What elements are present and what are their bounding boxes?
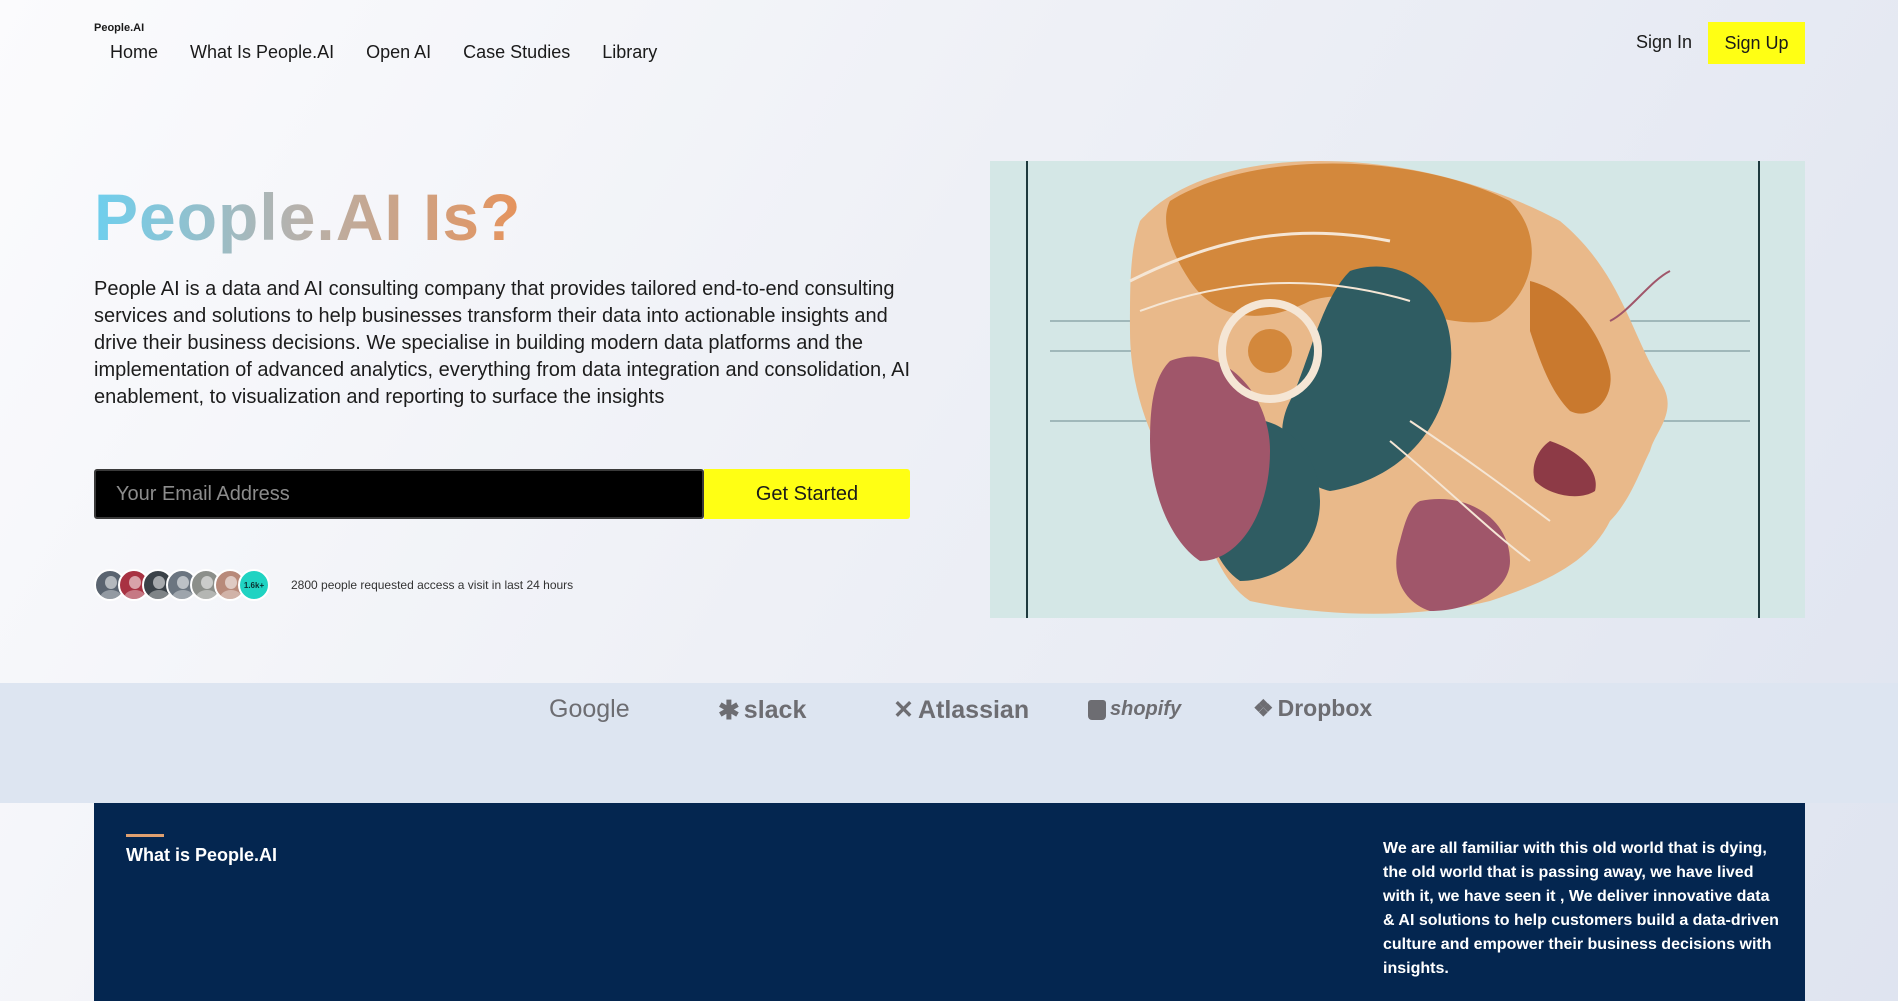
dropbox-logo: ❖ Dropbox — [1253, 695, 1372, 722]
slack-logo-text: slack — [743, 696, 807, 724]
shopify-logo-text: shopify — [1110, 698, 1182, 720]
hero-title: People.AI Is? — [94, 180, 522, 254]
about-title: What is People.AI — [126, 845, 278, 865]
brand-logo[interactable]: People.AI — [94, 22, 144, 34]
email-input[interactable] — [94, 469, 704, 519]
atlassian-logo: ✕ Atlassian — [893, 695, 1029, 725]
dropbox-icon: ❖ — [1253, 695, 1274, 721]
dropbox-logo-text: Dropbox — [1277, 695, 1373, 721]
shopify-logo: shopify — [1088, 698, 1181, 721]
nav-library[interactable]: Library — [602, 42, 657, 63]
access-stat-text: 2800 people requested access a visit in … — [291, 578, 574, 592]
google-logo: Google — [549, 695, 630, 724]
nav-case-studies[interactable]: Case Studies — [463, 42, 570, 63]
sign-in-link[interactable]: Sign In — [1636, 32, 1692, 53]
about-body: We are all familiar with this old world … — [1383, 840, 1779, 977]
atlassian-icon: ✕ — [893, 696, 914, 724]
avatar-count-badge: 1.6k+ — [238, 569, 270, 601]
slack-logo: ✱ slack — [718, 695, 806, 726]
hero-illustration — [990, 161, 1805, 618]
sign-up-button[interactable]: Sign Up — [1708, 22, 1805, 64]
nav-what-is[interactable]: What Is People.AI — [190, 42, 334, 63]
slack-hash-icon: ✱ — [718, 695, 740, 725]
nav-open-ai[interactable]: Open AI — [366, 42, 431, 63]
get-started-button[interactable]: Get Started — [704, 469, 910, 519]
hero-description: People AI is a data and AI consulting co… — [94, 278, 911, 408]
nav-home[interactable]: Home — [110, 42, 158, 63]
section-accent-line — [126, 834, 164, 837]
main-nav: Home What Is People.AI Open AI Case Stud… — [110, 42, 657, 63]
avatar-group: 1.6k+ — [94, 569, 270, 601]
shopify-bag-icon — [1088, 699, 1106, 720]
robot-face-illustration — [990, 161, 1805, 618]
google-logo-text: Google — [549, 695, 630, 723]
atlassian-logo-text: Atlassian — [917, 695, 1030, 724]
